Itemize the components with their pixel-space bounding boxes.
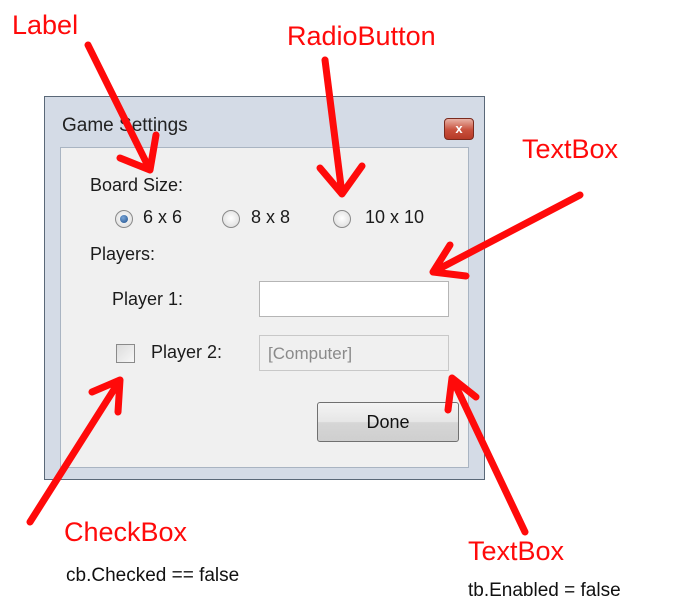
players-label: Players: [90, 244, 156, 264]
player1-label: Player 1: [112, 289, 184, 309]
close-button[interactable]: x [444, 118, 474, 140]
game-settings-window: Game Settings x Board Size: 6 x 6 8 x 8 … [44, 96, 485, 480]
done-button[interactable]: Done [317, 402, 459, 442]
radio-6x6[interactable] [115, 210, 133, 228]
annotation-textbox-top: TextBox [522, 134, 619, 164]
title-bar[interactable]: Game Settings x [45, 97, 484, 147]
radio-6x6-label[interactable]: 6 x 6 [143, 207, 182, 228]
dialog-client-area: Board Size: 6 x 6 8 x 8 10 x 10 Players:… [60, 147, 469, 468]
annotation-label: Label [12, 10, 79, 40]
player2-label[interactable]: Player 2: [151, 342, 222, 363]
annotation-textbox-note: tb.Enabled = false [468, 580, 621, 601]
player1-textbox[interactable] [259, 281, 449, 317]
radio-8x8[interactable] [222, 210, 240, 228]
radio-10x10[interactable] [333, 210, 351, 228]
annotation-checkbox: CheckBox [64, 517, 188, 547]
window-title: Game Settings [62, 115, 188, 136]
annotation-checkbox-note: cb.Checked == false [66, 565, 240, 586]
radio-8x8-label[interactable]: 8 x 8 [251, 207, 290, 228]
close-icon: x [455, 121, 463, 136]
player2-checkbox[interactable] [116, 344, 135, 363]
radio-10x10-label[interactable]: 10 x 10 [365, 207, 424, 228]
player2-textbox: [Computer] [259, 335, 449, 371]
board-size-label: Board Size: [90, 175, 184, 195]
annotation-textbox-bottom: TextBox [468, 536, 565, 566]
annotation-radiobutton: RadioButton [287, 21, 436, 51]
